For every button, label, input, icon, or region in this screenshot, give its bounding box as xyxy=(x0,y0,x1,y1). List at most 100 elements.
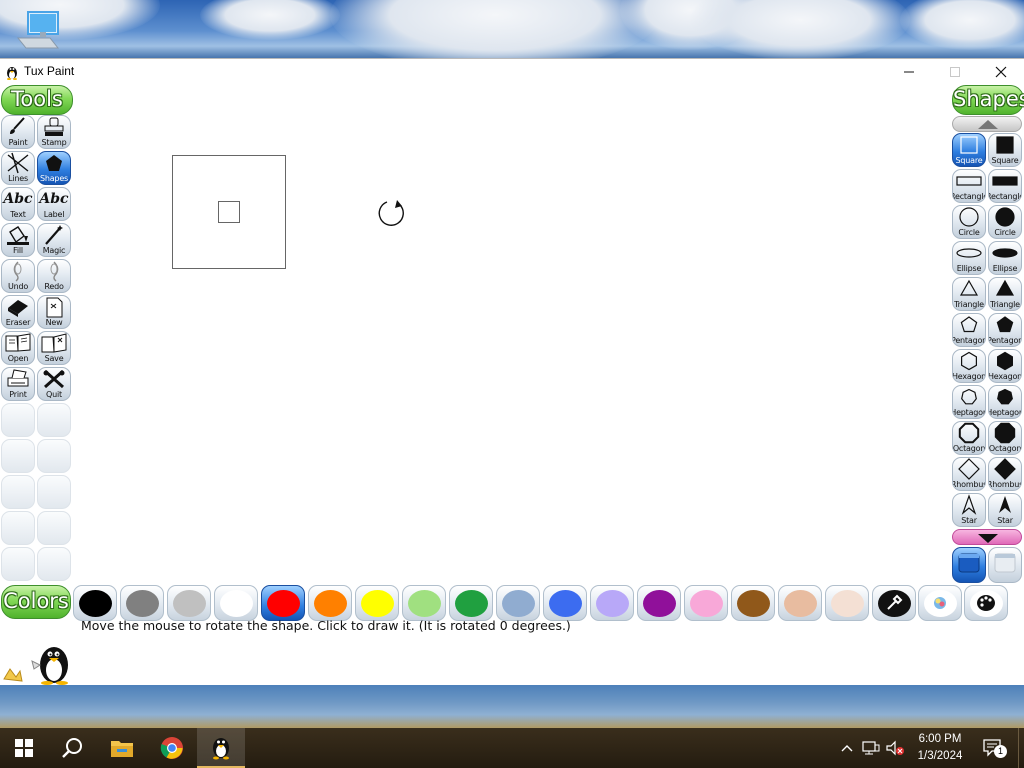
tux-paint-taskbar-button[interactable] xyxy=(197,728,245,768)
file-explorer-button[interactable] xyxy=(98,728,146,768)
color-dot xyxy=(219,589,253,617)
show-hidden-icons-button[interactable] xyxy=(838,738,856,758)
tool-fill-button[interactable]: Fill xyxy=(1,223,35,257)
shape-heptagon-filled-button[interactable]: Heptagon xyxy=(988,385,1022,419)
tool-new-button[interactable]: New xyxy=(37,295,71,329)
color-dot xyxy=(313,589,347,617)
color-picker-tool-button[interactable] xyxy=(872,585,916,621)
shape-triangle-filled-button[interactable]: Triangle xyxy=(988,277,1022,311)
shape-octagon-filled-button[interactable]: Octagon xyxy=(988,421,1022,455)
color-swatch-brown[interactable] xyxy=(731,585,775,621)
color-wheel-icon xyxy=(923,589,957,617)
shape-pentagon-filled-button[interactable]: Pentagon xyxy=(988,313,1022,347)
shape-hexagon-filled-button[interactable]: Hexagon xyxy=(988,349,1022,383)
shape-square-outline-button[interactable]: Square xyxy=(952,133,986,167)
shape-circle-outline-button[interactable]: Circle xyxy=(952,205,986,239)
tool-label-button[interactable]: Abc Label xyxy=(37,187,71,221)
shape-triangle-outline-button[interactable]: Triangle xyxy=(952,277,986,311)
color-swatch-tan[interactable] xyxy=(778,585,822,621)
color-swatch-black[interactable] xyxy=(73,585,117,621)
drawing-canvas[interactable] xyxy=(74,84,950,581)
network-icon xyxy=(862,741,880,755)
tool-undo-button[interactable]: Undo xyxy=(1,259,35,293)
color-swatch-blue[interactable] xyxy=(543,585,587,621)
shape-star-filled-button[interactable]: Star xyxy=(988,493,1022,527)
shape-heptagon-outline-button[interactable]: Heptagon xyxy=(952,385,986,419)
color-swatch-purple[interactable] xyxy=(637,585,681,621)
close-button[interactable] xyxy=(978,59,1024,84)
search-button[interactable] xyxy=(48,728,96,768)
save-icon xyxy=(40,332,68,354)
color-swatch-dark-green[interactable] xyxy=(449,585,493,621)
tool-open-button[interactable]: Open xyxy=(1,331,35,365)
label-icon: Abc xyxy=(39,191,69,207)
title-bar[interactable]: Tux Paint xyxy=(0,59,1024,84)
color-swatch-beige[interactable] xyxy=(825,585,869,621)
shape-rhombus-filled-button[interactable]: Rhombus xyxy=(988,457,1022,491)
shape-label: Square xyxy=(991,156,1019,165)
color-swatch-lavender[interactable] xyxy=(590,585,634,621)
colors-header: Colors xyxy=(1,585,71,619)
system-clock[interactable]: 6:00 PM 1/3/2024 xyxy=(912,731,968,765)
color-mixer-button[interactable] xyxy=(964,585,1008,621)
fill-mode-solid-button[interactable] xyxy=(988,547,1022,583)
lines-icon xyxy=(4,152,32,174)
color-swatch-white[interactable] xyxy=(214,585,258,621)
shape-circle-filled-button[interactable]: Circle xyxy=(988,205,1022,239)
shapes-scroll-down-button[interactable] xyxy=(952,529,1022,545)
color-swatch-red[interactable] xyxy=(261,585,305,621)
chrome-button[interactable] xyxy=(148,728,196,768)
tool-text-button[interactable]: Abc Text xyxy=(1,187,35,221)
shape-hexagon-outline-button[interactable]: Hexagon xyxy=(952,349,986,383)
tool-shapes-button[interactable]: Shapes xyxy=(37,151,71,185)
tool-redo-button[interactable]: Redo xyxy=(37,259,71,293)
network-status-button[interactable] xyxy=(860,738,882,758)
tool-label: Stamp xyxy=(41,138,67,147)
color-swatch-orange[interactable] xyxy=(308,585,352,621)
shape-ellipse-outline-button[interactable]: Ellipse xyxy=(952,241,986,275)
shape-label: Octagon xyxy=(988,444,1022,453)
shape-rectangle-outline-button[interactable]: Rectangle xyxy=(952,169,986,203)
triangle-outline-icon xyxy=(955,278,983,300)
tool-magic-button[interactable]: Magic xyxy=(37,223,71,257)
tool-lines-button[interactable]: Lines xyxy=(1,151,35,185)
empty-tool-slot xyxy=(1,547,35,581)
shape-label: Heptagon xyxy=(988,408,1022,417)
shape-ellipse-filled-button[interactable]: Ellipse xyxy=(988,241,1022,275)
show-desktop-button[interactable] xyxy=(1018,728,1024,768)
tool-paint-button[interactable]: Paint xyxy=(1,115,35,149)
notification-count-badge: 1 xyxy=(994,745,1007,758)
tool-print-button[interactable]: Print xyxy=(1,367,35,401)
shape-star-outline-button[interactable]: Star xyxy=(952,493,986,527)
color-swatch-sky-blue[interactable] xyxy=(496,585,540,621)
minimize-button[interactable] xyxy=(886,59,932,84)
shapes-scroll-up-button[interactable] xyxy=(952,116,1022,132)
color-swatch-pink[interactable] xyxy=(684,585,728,621)
tool-save-button[interactable]: Save xyxy=(37,331,71,365)
shape-rhombus-outline-button[interactable]: Rhombus xyxy=(952,457,986,491)
tool-stamp-button[interactable]: Stamp xyxy=(37,115,71,149)
shape-label: Hexagon xyxy=(952,372,986,381)
fill-mode-outline-button[interactable] xyxy=(952,547,986,583)
color-dot xyxy=(172,589,206,617)
tool-quit-button[interactable]: Quit xyxy=(37,367,71,401)
shape-square-filled-button[interactable]: Square xyxy=(988,133,1022,167)
notifications-button[interactable]: 1 xyxy=(978,738,1008,758)
volume-button[interactable] xyxy=(884,738,906,758)
square-filled-icon xyxy=(991,134,1019,156)
color-swatch-yellow[interactable] xyxy=(355,585,399,621)
tool-eraser-button[interactable]: Eraser xyxy=(1,295,35,329)
color-swatch-light-green[interactable] xyxy=(402,585,446,621)
tool-label: Text xyxy=(10,210,26,219)
this-pc-desktop-icon[interactable] xyxy=(14,8,64,54)
shape-pentagon-outline-button[interactable]: Pentagon xyxy=(952,313,986,347)
start-button[interactable] xyxy=(0,728,48,768)
color-swatch-light-gray[interactable] xyxy=(167,585,211,621)
pentagon-outline-icon xyxy=(955,314,983,336)
shape-rectangle-filled-button[interactable]: Rectangle xyxy=(988,169,1022,203)
color-swatch-dark-gray[interactable] xyxy=(120,585,164,621)
color-wheel-button[interactable] xyxy=(918,585,962,621)
color-dot xyxy=(501,589,535,617)
maximize-button[interactable] xyxy=(932,59,978,84)
shape-octagon-outline-button[interactable]: Octagon xyxy=(952,421,986,455)
